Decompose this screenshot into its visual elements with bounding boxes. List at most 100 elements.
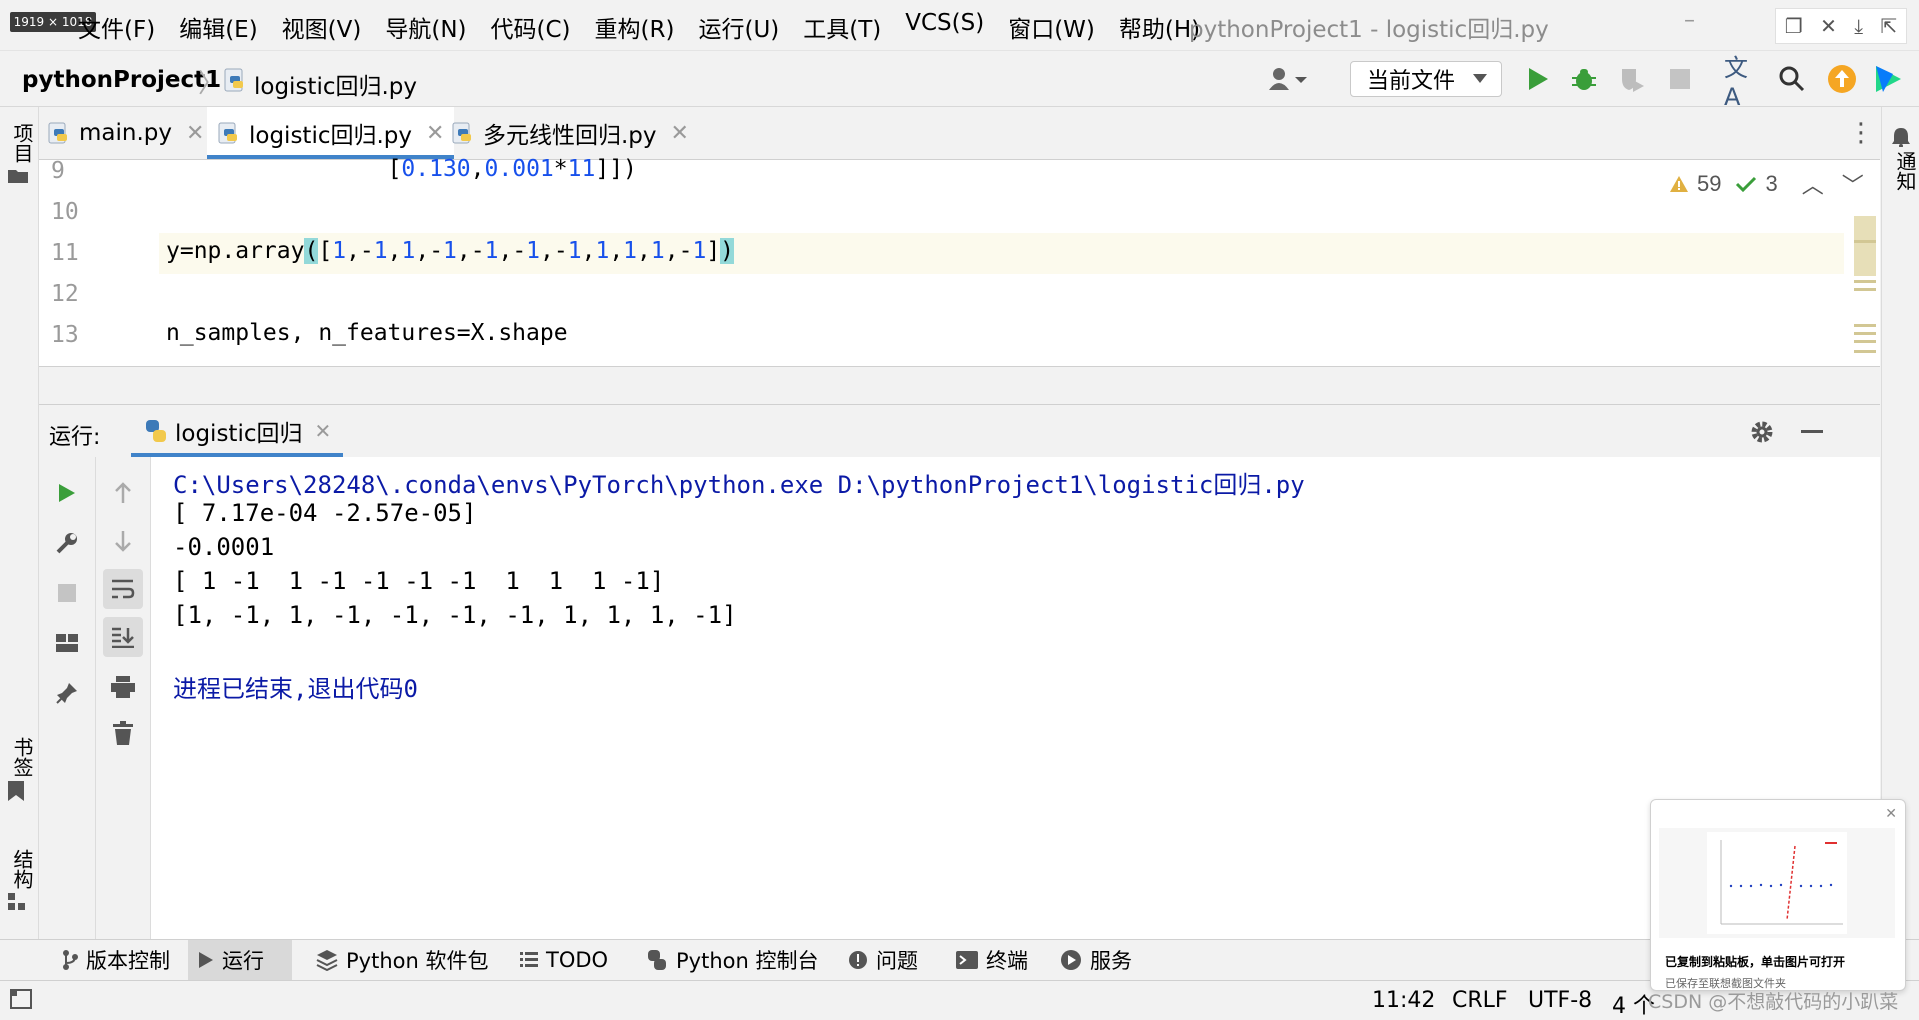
- tool-version-control[interactable]: 版本控制: [52, 940, 180, 980]
- editor-tab-bar: main.py ✕ logistic回归.py ✕ 多元线性回归.py ✕: [39, 107, 1880, 160]
- inspection-widget[interactable]: 59 3 ︿ ﹀: [1669, 168, 1864, 200]
- update-icon[interactable]: [1824, 61, 1860, 97]
- python-file-icon: [452, 122, 471, 144]
- check-icon: [1736, 176, 1757, 193]
- warning-count: 59: [1697, 171, 1722, 196]
- close-icon[interactable]: ✕: [1820, 14, 1837, 38]
- menu-edit[interactable]: 编辑(E): [179, 10, 257, 44]
- window-controls: ❐ ✕ ⤓ ⇱: [1775, 8, 1907, 44]
- translate-icon[interactable]: 文A: [1724, 54, 1760, 111]
- close-icon[interactable]: ✕: [671, 121, 689, 146]
- minimize-button[interactable]: –: [1684, 8, 1695, 33]
- structure-tool-label: 结构: [10, 849, 34, 889]
- tab-multilinear-py[interactable]: 多元线性回归.py ✕: [451, 107, 689, 159]
- menu-window[interactable]: 窗口(W): [1008, 10, 1095, 44]
- tool-services[interactable]: 服务: [1050, 940, 1142, 980]
- menu-view[interactable]: 视图(V): [282, 10, 362, 44]
- run-tab-logistic[interactable]: logistic回归 ✕: [131, 405, 344, 457]
- run-toolbar-secondary: [96, 457, 151, 939]
- close-icon[interactable]: ✕: [426, 121, 444, 146]
- stop-icon[interactable]: [1662, 61, 1698, 97]
- menu-run[interactable]: 运行(U): [698, 10, 779, 44]
- pin-icon[interactable]: ⇱: [1881, 14, 1898, 38]
- breadcrumb-project[interactable]: pythonProject1: [22, 67, 221, 93]
- file-encoding[interactable]: UTF-8: [1528, 988, 1592, 1013]
- screenshot-thumbnail[interactable]: [1659, 828, 1895, 938]
- code-number: 1: [332, 238, 347, 264]
- code-editor[interactable]: 9 10 11 12 13 [0.130,0.001*11]]) y=np.ar…: [39, 156, 1880, 366]
- search-icon[interactable]: [1774, 61, 1810, 97]
- run-config-label: 当前文件: [1367, 69, 1456, 94]
- menu-refactor[interactable]: 重构(R): [595, 10, 675, 44]
- menu-file[interactable]: 文件(F): [78, 10, 155, 44]
- chevron-up-icon[interactable]: ︿: [1802, 168, 1824, 200]
- menu-navigate[interactable]: 导航(N): [385, 10, 466, 44]
- close-icon[interactable]: ✕: [186, 121, 204, 146]
- menu-code[interactable]: 代码(C): [491, 10, 571, 44]
- coverage-icon[interactable]: [1614, 61, 1650, 97]
- tab-logistic-py[interactable]: logistic回归.py ✕: [207, 107, 455, 159]
- editor-scrollbar-markers[interactable]: [1852, 160, 1880, 366]
- arrow-up-icon[interactable]: [96, 473, 150, 513]
- trash-icon[interactable]: [96, 713, 150, 753]
- close-icon[interactable]: ✕: [1885, 806, 1897, 822]
- tool-run[interactable]: 运行: [188, 940, 292, 980]
- scroll-to-end-icon[interactable]: [96, 617, 150, 657]
- jetbrains-logo-icon[interactable]: [1870, 61, 1906, 97]
- code-punct: ,-: [415, 238, 444, 264]
- code-line-13: n_samples, n_features=X.shape: [166, 320, 568, 346]
- debug-icon[interactable]: [1566, 61, 1602, 97]
- more-vertical-icon[interactable]: ⋮: [1848, 118, 1874, 148]
- tool-python-console[interactable]: Python 控制台: [636, 940, 828, 980]
- branch-icon: [63, 950, 78, 970]
- layout-toggle-icon[interactable]: [10, 989, 32, 1013]
- run-icon[interactable]: [1520, 61, 1556, 97]
- console-output[interactable]: C:\Users\28248\.conda\envs\PyTorch\pytho…: [151, 457, 1880, 939]
- tool-python-packages[interactable]: Python 软件包: [306, 940, 498, 980]
- restore-icon[interactable]: ❐: [1785, 14, 1803, 38]
- main-menu: 文件(F) 编辑(E) 视图(V) 导航(N) 代码(C) 重构(R) 运行(U…: [78, 10, 1224, 44]
- run-config-select[interactable]: 当前文件: [1350, 61, 1502, 97]
- line-number: 13: [51, 322, 79, 348]
- download-icon[interactable]: ⤓: [1854, 14, 1863, 38]
- left-tool-strip: 项目 书签 结构: [0, 107, 39, 939]
- code-punct: ,: [637, 238, 651, 264]
- line-gutter: 9 10 11 12 13: [39, 158, 159, 366]
- breadcrumb-file[interactable]: logistic回归.py: [254, 67, 417, 101]
- user-icon[interactable]: [1262, 63, 1312, 95]
- layers-icon: [316, 950, 338, 971]
- rerun-icon[interactable]: [39, 473, 95, 513]
- tool-todo[interactable]: TODO: [510, 940, 618, 980]
- panel-splitter[interactable]: [39, 366, 1880, 405]
- gear-icon[interactable]: [1747, 417, 1777, 447]
- line-separator[interactable]: CRLF: [1452, 988, 1508, 1013]
- navigation-bar: pythonProject1 〉 logistic回归.py 当前文件 文A: [0, 51, 1919, 111]
- line-number: 9: [51, 158, 65, 184]
- notifications-tool-button[interactable]: 通知: [1891, 127, 1919, 191]
- console-line: [ 1 -1 1 -1 -1 -1 -1 1 1 1 -1]: [173, 567, 665, 595]
- tab-label: logistic回归.py: [249, 123, 413, 149]
- stop-icon[interactable]: [39, 573, 95, 613]
- screenshot-notification[interactable]: ✕ 已复制到粘贴板，单击图片可打开 已保存至联想截图文件夹: [1650, 799, 1906, 991]
- menu-tools[interactable]: 工具(T): [803, 10, 881, 44]
- pin-icon[interactable]: [39, 673, 95, 713]
- console-command-line[interactable]: C:\Users\28248\.conda\envs\PyTorch\pytho…: [173, 465, 1305, 500]
- wrench-icon[interactable]: [39, 523, 95, 563]
- close-icon[interactable]: ✕: [315, 419, 332, 443]
- run-panel-header: 运行: logistic回归 ✕: [39, 404, 1880, 458]
- minimize-panel-icon[interactable]: [1797, 417, 1827, 447]
- breadcrumb-separator: 〉: [198, 69, 225, 99]
- arrow-down-icon[interactable]: [96, 521, 150, 561]
- line-number: 11: [51, 240, 79, 266]
- layout-icon[interactable]: [39, 623, 95, 663]
- tool-terminal[interactable]: 终端: [946, 940, 1038, 980]
- soft-wrap-icon[interactable]: [96, 569, 150, 609]
- menu-vcs[interactable]: VCS(S): [905, 10, 984, 44]
- tab-main-py[interactable]: main.py ✕: [47, 107, 204, 159]
- tool-problems[interactable]: 问题: [838, 940, 928, 980]
- print-icon[interactable]: [96, 667, 150, 707]
- caret-position[interactable]: 11:42: [1372, 988, 1435, 1013]
- bookmark-icon: [8, 781, 24, 801]
- menu-help[interactable]: 帮助(H): [1119, 10, 1200, 44]
- code-number: 1: [526, 238, 541, 264]
